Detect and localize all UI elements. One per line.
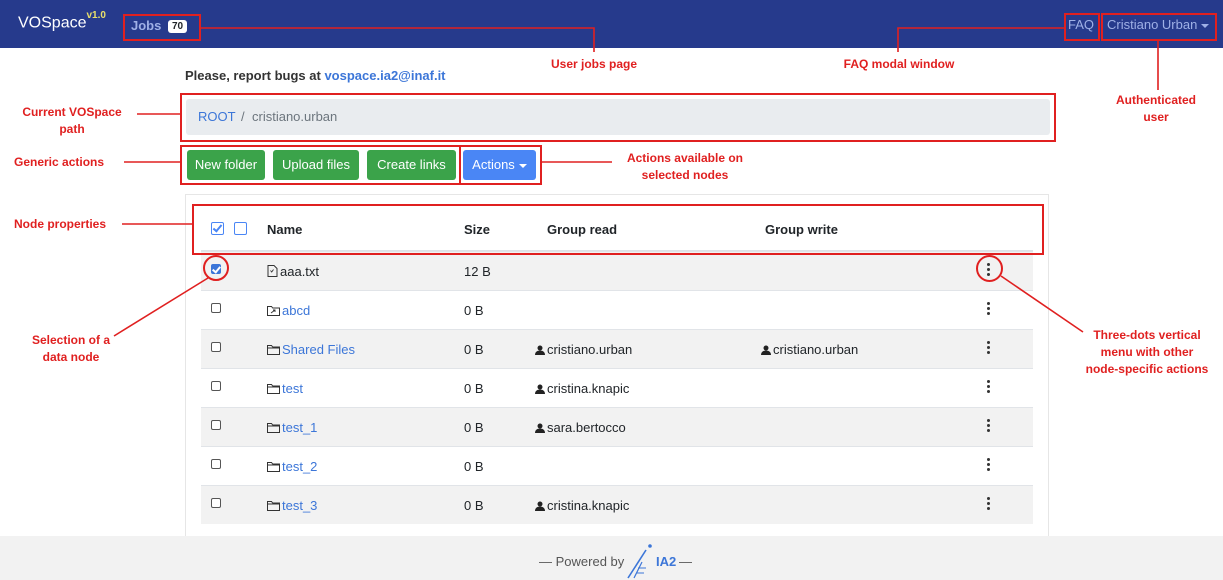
annotation-label-current-path: Current VOSpace path: [22, 105, 122, 136]
annotation-label-faq: FAQ modal window: [843, 57, 955, 71]
annotation-label-authenticated-user: Authenticated user: [1115, 93, 1196, 124]
annotation-label-selected-actions: Actions available on selected nodes: [626, 151, 744, 182]
annotation-label-user-jobs: User jobs page: [550, 57, 638, 71]
annotation-label-three-dots: Three-dots vertical menu with other node-s…: [1085, 328, 1209, 376]
annotation-label-generic-actions: Generic actions: [14, 155, 105, 169]
annotation-label-node-properties: Node properties: [14, 217, 107, 231]
annotation-label-selection: Selection of a data node: [31, 333, 111, 364]
annotation-arrows: [113, 27, 1159, 337]
